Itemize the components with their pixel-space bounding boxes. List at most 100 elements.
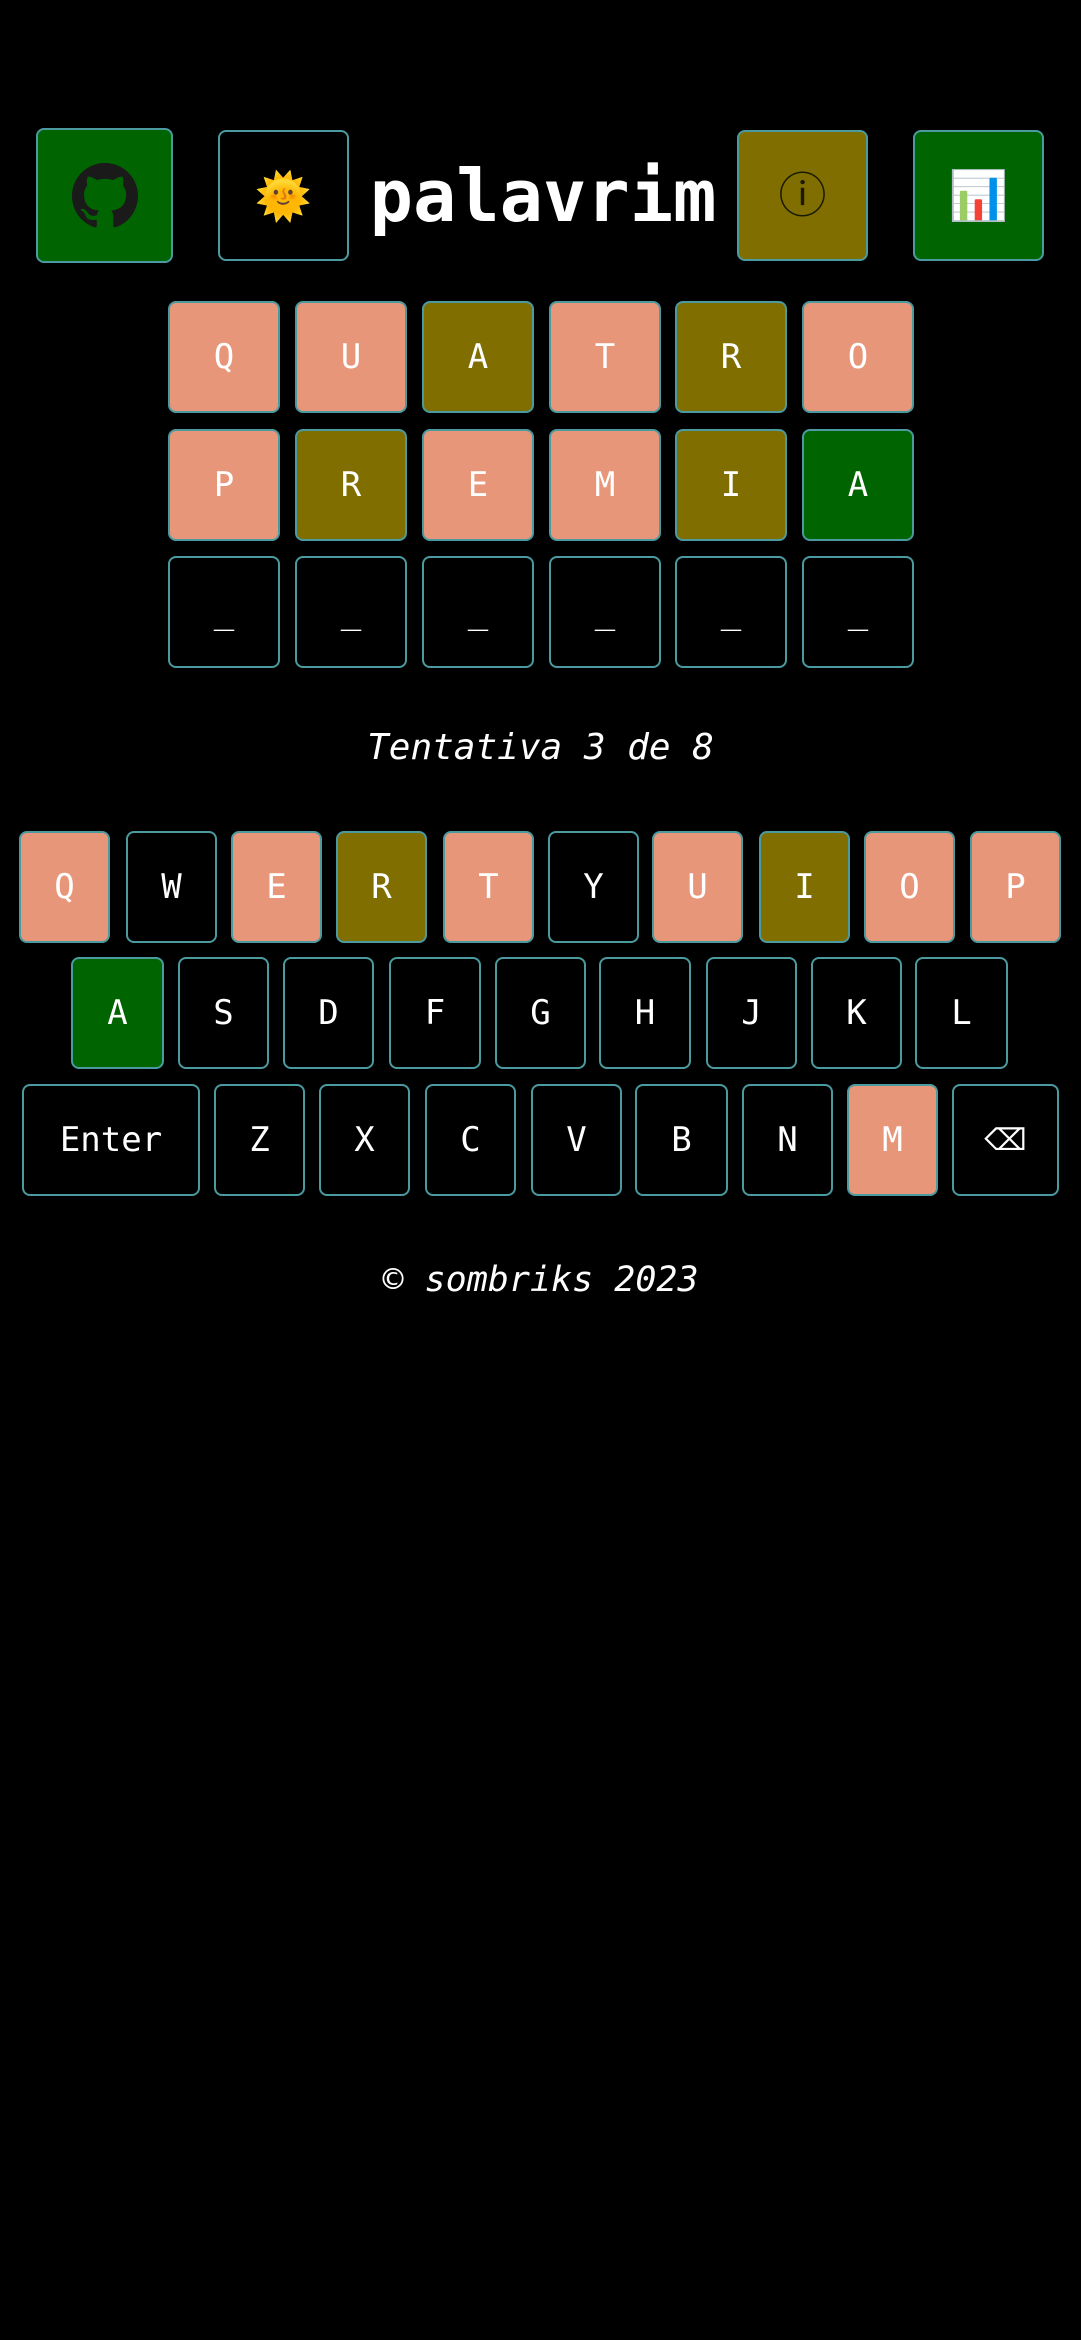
- board-tile: _: [549, 556, 661, 668]
- key-t[interactable]: T: [443, 831, 534, 943]
- backspace-key[interactable]: ⌫: [952, 1084, 1059, 1196]
- board-tile: R: [675, 301, 787, 413]
- key-label: T: [478, 867, 499, 907]
- key-p[interactable]: P: [970, 831, 1061, 943]
- key-label: N: [777, 1120, 798, 1160]
- key-label: S: [213, 993, 234, 1033]
- app-root: 🌞 palavrim ⓘ 📊 Q U A T R O P R E M I A _…: [0, 0, 1081, 2340]
- tile-letter: Q: [213, 337, 235, 377]
- key-j[interactable]: J: [706, 957, 797, 1069]
- footer-copyright: © sombriks 2023: [382, 1260, 699, 1300]
- tile-letter: A: [467, 337, 489, 377]
- key-label: M: [882, 1120, 903, 1160]
- key-label: U: [687, 867, 708, 907]
- tile-letter: _: [594, 592, 616, 632]
- key-label: R: [371, 867, 392, 907]
- key-w[interactable]: W: [126, 831, 217, 943]
- key-u[interactable]: U: [652, 831, 743, 943]
- key-label: J: [741, 993, 762, 1033]
- board-tile: E: [422, 429, 534, 541]
- key-label: K: [846, 993, 867, 1033]
- info-circle-icon: ⓘ: [778, 167, 827, 224]
- key-s[interactable]: S: [178, 957, 269, 1069]
- key-r[interactable]: R: [336, 831, 427, 943]
- key-label: Y: [583, 867, 604, 907]
- board-tile: _: [802, 556, 914, 668]
- key-label: Enter: [59, 1120, 163, 1160]
- key-d[interactable]: D: [283, 957, 374, 1069]
- key-e[interactable]: E: [231, 831, 322, 943]
- key-label: Z: [249, 1120, 270, 1160]
- board-tile: I: [675, 429, 787, 541]
- tile-letter: O: [847, 337, 869, 377]
- key-label: C: [460, 1120, 481, 1160]
- tile-letter: E: [467, 465, 489, 505]
- key-label: B: [671, 1120, 692, 1160]
- key-label: P: [1005, 867, 1026, 907]
- key-label: I: [794, 867, 815, 907]
- key-v[interactable]: V: [531, 1084, 622, 1196]
- key-q[interactable]: Q: [19, 831, 110, 943]
- key-x[interactable]: X: [319, 1084, 410, 1196]
- tile-letter: _: [847, 592, 869, 632]
- key-i[interactable]: I: [759, 831, 850, 943]
- board-tile: A: [422, 301, 534, 413]
- key-label: W: [161, 867, 182, 907]
- key-label: A: [107, 993, 128, 1033]
- app-title: palavrim: [369, 154, 717, 238]
- key-z[interactable]: Z: [214, 1084, 305, 1196]
- tile-letter: U: [340, 337, 362, 377]
- tile-letter: I: [720, 465, 742, 505]
- sun-icon: 🌞: [254, 168, 313, 223]
- stats-button[interactable]: 📊: [913, 130, 1044, 261]
- key-o[interactable]: O: [864, 831, 955, 943]
- key-label: E: [266, 867, 287, 907]
- key-c[interactable]: C: [425, 1084, 516, 1196]
- key-b[interactable]: B: [635, 1084, 728, 1196]
- tile-letter: _: [720, 592, 742, 632]
- key-label: Q: [54, 867, 75, 907]
- key-y[interactable]: Y: [548, 831, 639, 943]
- board-tile: P: [168, 429, 280, 541]
- board-tile: A: [802, 429, 914, 541]
- bar-chart-icon: 📊: [948, 167, 1009, 224]
- board-tile: Q: [168, 301, 280, 413]
- tile-letter: _: [467, 592, 489, 632]
- board-tile: _: [422, 556, 534, 668]
- board-tile: _: [675, 556, 787, 668]
- tile-letter: T: [594, 337, 616, 377]
- theme-toggle-button[interactable]: 🌞: [218, 130, 349, 261]
- key-g[interactable]: G: [495, 957, 586, 1069]
- tile-letter: M: [594, 465, 616, 505]
- key-m[interactable]: M: [847, 1084, 938, 1196]
- info-button[interactable]: ⓘ: [737, 130, 868, 261]
- tile-letter: R: [720, 337, 742, 377]
- key-label: F: [424, 993, 446, 1033]
- tile-letter: A: [847, 465, 869, 505]
- github-button[interactable]: [36, 128, 173, 263]
- board-tile: U: [295, 301, 407, 413]
- tile-letter: _: [340, 592, 362, 632]
- key-l[interactable]: L: [915, 957, 1008, 1069]
- key-label: X: [354, 1120, 375, 1160]
- tile-letter: R: [340, 465, 362, 505]
- key-n[interactable]: N: [742, 1084, 833, 1196]
- board-tile: R: [295, 429, 407, 541]
- backspace-icon: ⌫: [984, 1122, 1027, 1158]
- key-label: D: [318, 993, 339, 1033]
- key-h[interactable]: H: [599, 957, 691, 1069]
- enter-key[interactable]: Enter: [22, 1084, 200, 1196]
- board-tile: _: [295, 556, 407, 668]
- attempt-counter: Tentativa 3 de 8: [367, 727, 714, 768]
- key-a[interactable]: A: [71, 957, 164, 1069]
- key-k[interactable]: K: [811, 957, 902, 1069]
- key-f[interactable]: F: [389, 957, 481, 1069]
- key-label: V: [566, 1120, 587, 1160]
- board-tile: T: [549, 301, 661, 413]
- board-tile: O: [802, 301, 914, 413]
- tile-letter: P: [213, 465, 235, 505]
- key-label: G: [530, 993, 551, 1033]
- github-icon: [71, 162, 138, 227]
- board-tile: _: [168, 556, 280, 668]
- board-tile: M: [549, 429, 661, 541]
